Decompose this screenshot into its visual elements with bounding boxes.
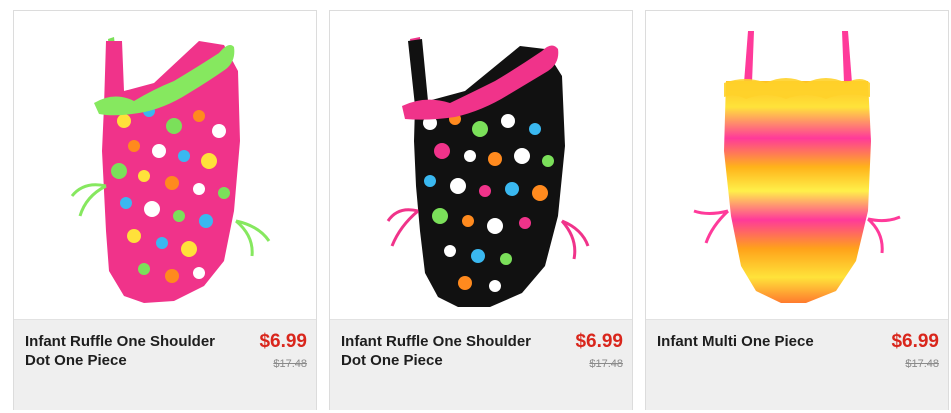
product-name[interactable]: Infant Ruffle One Shoulder Dot One Piece bbox=[25, 332, 225, 370]
sale-price: $6.99 bbox=[259, 331, 307, 352]
tie-dye-swimsuit-image bbox=[693, 31, 901, 303]
sale-price: $6.99 bbox=[575, 331, 623, 352]
product-grid: Infant Ruffle One Shoulder Dot One Piece… bbox=[0, 0, 951, 413]
sale-price: $6.99 bbox=[891, 331, 939, 352]
original-price: $17.48 bbox=[905, 358, 939, 370]
product-image[interactable] bbox=[14, 11, 316, 319]
product-card[interactable]: Infant Multi One Piece $6.99 $17.48 bbox=[645, 10, 949, 410]
product-info: Infant Ruffle One Shoulder Dot One Piece… bbox=[330, 319, 632, 410]
product-image[interactable] bbox=[330, 11, 632, 319]
original-price: $17.48 bbox=[273, 358, 307, 370]
pink-polka-dot-swimsuit-image bbox=[70, 37, 271, 303]
product-card[interactable]: Infant Ruffle One Shoulder Dot One Piece… bbox=[13, 10, 317, 410]
product-info: Infant Multi One Piece $6.99 $17.48 bbox=[646, 319, 948, 410]
product-card[interactable]: Infant Ruffle One Shoulder Dot One Piece… bbox=[329, 10, 633, 410]
product-name[interactable]: Infant Multi One Piece bbox=[657, 332, 857, 351]
product-info: Infant Ruffle One Shoulder Dot One Piece… bbox=[14, 319, 316, 410]
black-polka-dot-swimsuit-image bbox=[386, 37, 590, 307]
product-name[interactable]: Infant Ruffle One Shoulder Dot One Piece bbox=[341, 332, 541, 370]
product-image[interactable] bbox=[646, 11, 948, 319]
original-price: $17.48 bbox=[589, 358, 623, 370]
